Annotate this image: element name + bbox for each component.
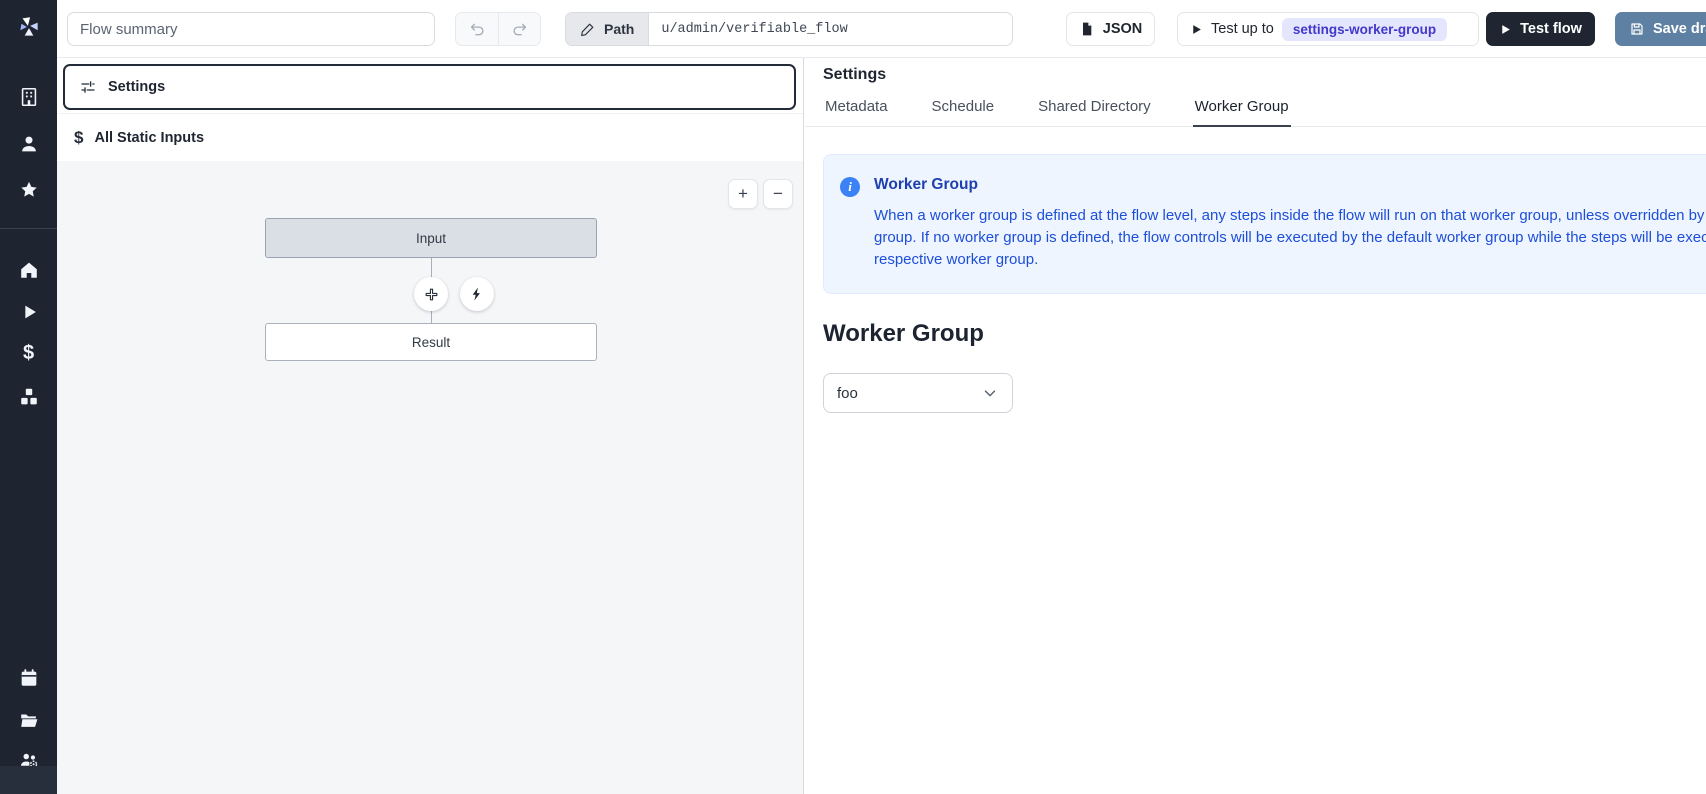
user-icon[interactable] — [0, 125, 57, 163]
settings-tabs: Metadata Schedule Shared Directory Worke… — [805, 93, 1706, 127]
settings-panel-title: Settings — [805, 58, 1706, 84]
settings-panel: Settings Metadata Schedule Shared Direct… — [805, 58, 1706, 794]
pencil-icon — [580, 21, 596, 37]
test-up-to-label: Test up to — [1211, 21, 1274, 37]
flow-summary-input[interactable] — [67, 12, 435, 46]
test-up-to-button[interactable]: Test up to settings-worker-group — [1177, 12, 1479, 46]
worker-group-heading: Worker Group — [823, 320, 1706, 348]
flow-settings-button[interactable]: Settings — [63, 64, 796, 110]
save-draft-label: Save draft — [1653, 21, 1706, 37]
save-draft-button[interactable]: Save draft — [1615, 12, 1706, 46]
favorites-star-icon[interactable] — [0, 171, 57, 209]
redo-button[interactable] — [498, 13, 540, 45]
graph-zoom-out-button[interactable]: − — [763, 179, 793, 209]
info-title: Worker Group — [874, 176, 1706, 194]
graph-zoom-in-button[interactable]: + — [728, 179, 758, 209]
file-json-icon — [1079, 21, 1095, 37]
info-icon: i — [840, 177, 860, 197]
home-icon[interactable] — [0, 251, 57, 289]
windmill-flow-editor: $ — [0, 0, 1706, 794]
workspace-building-icon[interactable] — [0, 78, 57, 116]
all-static-inputs-button[interactable]: $ All Static Inputs — [57, 113, 803, 161]
trigger-bolt-button[interactable] — [460, 277, 494, 311]
path-label: Path — [604, 21, 634, 37]
plus-icon — [423, 286, 440, 303]
json-button-label: JSON — [1103, 21, 1143, 37]
path-group: Path u/admin/verifiable_flow — [565, 12, 1013, 46]
json-button[interactable]: JSON — [1066, 12, 1155, 46]
undo-redo-group — [455, 12, 541, 46]
app-sidebar: $ — [0, 0, 57, 794]
worker-group-select[interactable]: foo — [823, 373, 1013, 413]
test-flow-button[interactable]: Test flow — [1486, 12, 1595, 46]
folders-icon[interactable] — [0, 701, 57, 739]
runs-play-icon[interactable] — [0, 293, 57, 331]
topbar: Path u/admin/verifiable_flow JSON Test u… — [57, 0, 1706, 58]
test-flow-label: Test flow — [1520, 21, 1582, 37]
chevron-down-icon — [981, 384, 999, 402]
sliders-icon — [79, 78, 97, 96]
flow-panel-header: Settings $ All Static Inputs — [57, 58, 803, 161]
play-icon — [1190, 23, 1203, 36]
play-icon — [1499, 23, 1512, 36]
flow-editor-panel: Settings $ All Static Inputs + − Input R… — [57, 58, 804, 794]
tab-schedule[interactable]: Schedule — [930, 93, 997, 126]
tab-metadata[interactable]: Metadata — [823, 93, 890, 126]
tab-shared-directory[interactable]: Shared Directory — [1036, 93, 1153, 126]
flow-settings-label: Settings — [108, 79, 165, 95]
graph-input-node[interactable]: Input — [265, 218, 597, 258]
worker-group-info-box: i Worker Group When a worker group is de… — [823, 154, 1706, 294]
info-content: Worker Group When a worker group is defi… — [874, 176, 1706, 271]
path-value-input[interactable]: u/admin/verifiable_flow — [649, 13, 1012, 45]
add-step-button[interactable] — [414, 277, 448, 311]
graph-result-node[interactable]: Result — [265, 323, 597, 361]
info-body: When a worker group is defined at the fl… — [874, 205, 1706, 271]
resources-boxes-icon[interactable] — [0, 378, 57, 416]
all-static-inputs-label: All Static Inputs — [94, 130, 204, 146]
path-edit-button[interactable]: Path — [566, 13, 649, 45]
dollar-icon: $ — [74, 128, 83, 148]
windmill-logo-icon[interactable] — [0, 8, 57, 46]
tab-worker-group[interactable]: Worker Group — [1193, 93, 1291, 127]
variables-dollar-icon[interactable]: $ — [0, 334, 57, 372]
save-icon — [1629, 21, 1645, 37]
bolt-icon — [469, 286, 485, 302]
undo-button[interactable] — [456, 13, 498, 45]
worker-group-select-value: foo — [837, 385, 858, 402]
schedules-calendar-icon[interactable] — [0, 659, 57, 697]
sidebar-footer — [0, 766, 57, 794]
sidebar-divider — [0, 228, 57, 229]
test-up-to-target-badge: settings-worker-group — [1282, 18, 1447, 41]
